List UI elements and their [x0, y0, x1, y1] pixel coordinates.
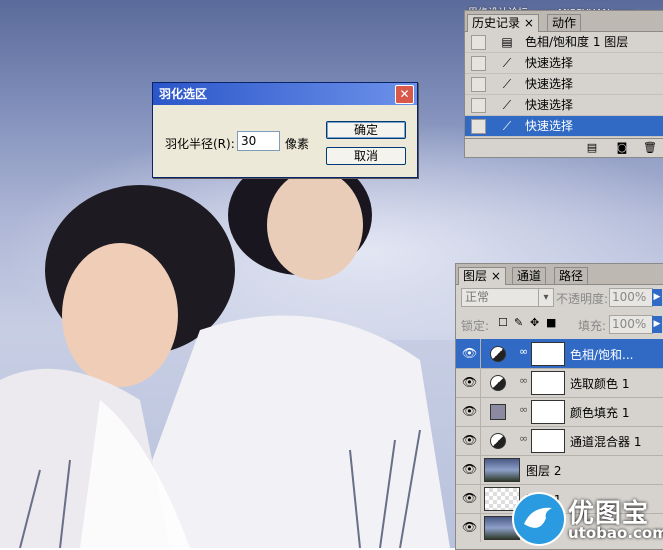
- lock-label: 锁定:: [461, 319, 490, 333]
- fill-arrow-icon[interactable]: ▶: [652, 316, 662, 333]
- fill-input[interactable]: 100%: [609, 315, 653, 334]
- layer-row[interactable]: 👁 图层 2: [456, 455, 663, 485]
- eye-icon[interactable]: 👁: [462, 491, 477, 505]
- history-footer: ▤ ◙ 🗑: [465, 138, 663, 157]
- fill-color-swatch: [490, 404, 506, 420]
- cancel-button[interactable]: 取消: [326, 147, 406, 165]
- adjustment-layer-icon: [490, 433, 506, 449]
- eye-icon[interactable]: 👁: [462, 404, 477, 418]
- quick-selection-icon: ⟋: [502, 77, 512, 91]
- eye-icon[interactable]: 👁: [462, 375, 477, 389]
- layer-thumbnail: [484, 458, 520, 482]
- close-icon[interactable]: ✕: [395, 85, 414, 104]
- link-icon: ∞: [519, 374, 529, 387]
- layer-name: 通道混合器 1: [570, 435, 642, 449]
- snapshot-checkbox[interactable]: [471, 77, 486, 92]
- history-item[interactable]: ⟋ 快速选择: [465, 95, 663, 116]
- tab-layers[interactable]: 图层 ×: [458, 267, 506, 285]
- layer-row[interactable]: 👁 ∞ 通道混合器 1: [456, 426, 663, 456]
- layer-row-selected[interactable]: 👁 ∞ 色相/饱和...: [456, 339, 663, 369]
- history-item[interactable]: ⟋ 快速选择: [465, 74, 663, 95]
- opacity-arrow-icon[interactable]: ▶: [652, 289, 662, 306]
- opacity-input[interactable]: 100%: [609, 288, 653, 307]
- ok-button[interactable]: 确定: [326, 121, 406, 139]
- tab-history[interactable]: 历史记录 ×: [467, 14, 539, 32]
- lock-options-row: 锁定: ☐ ✎ ✥ ■ 填充: 100% ▶: [456, 312, 663, 338]
- adjustment-layer-icon: [490, 375, 506, 391]
- history-item-label: 快速选择: [525, 56, 574, 70]
- blend-mode-value: 正常: [465, 290, 490, 304]
- lock-all-icon[interactable]: ■: [546, 316, 556, 329]
- history-item-label: 快速选择: [525, 119, 574, 133]
- pixels-unit-label: 像素: [285, 137, 310, 151]
- layer-name: 颜色填充 1: [570, 406, 630, 420]
- history-item[interactable]: ⟋ 快速选择: [465, 53, 663, 74]
- tab-paths[interactable]: 路径: [554, 267, 589, 284]
- history-panel: 历史记录 × 动作 ▤ 色相/饱和度 1 图层 ⟋ 快速选择 ⟋ 快速选择 ⟋ …: [464, 10, 663, 158]
- layer-row[interactable]: 👁 ∞ 选取颜色 1: [456, 368, 663, 398]
- history-item-label: 快速选择: [525, 98, 574, 112]
- layer-mask-thumbnail[interactable]: [531, 400, 565, 424]
- link-icon: ∞: [519, 403, 529, 416]
- tab-actions[interactable]: 动作: [547, 14, 582, 31]
- feather-selection-dialog: 羽化选区 ✕ 羽化半径(R): 30 像素 确定 取消: [152, 82, 418, 178]
- quick-selection-icon: ⟋: [502, 56, 512, 70]
- lock-brush-icon[interactable]: ✎: [514, 316, 523, 329]
- eye-icon[interactable]: 👁: [462, 433, 477, 447]
- lock-move-icon[interactable]: ✥: [530, 316, 539, 329]
- snapshot-checkbox[interactable]: [471, 98, 486, 113]
- snapshot-checkbox[interactable]: [471, 119, 486, 134]
- lock-transparency-icon[interactable]: ☐: [498, 316, 508, 329]
- quick-selection-icon: ⟋: [502, 119, 512, 133]
- trash-icon[interactable]: 🗑: [643, 141, 657, 154]
- adjustment-layer-icon: [490, 346, 506, 362]
- layer-name: 选取颜色 1: [570, 377, 630, 391]
- dialog-title: 羽化选区: [159, 87, 208, 101]
- opacity-label: 不透明度:: [556, 292, 609, 306]
- layer-name: 图层 2: [526, 464, 562, 478]
- quick-selection-icon: ⟋: [502, 98, 512, 112]
- history-item-selected[interactable]: ⟋ 快速选择: [465, 116, 663, 137]
- history-item-label: 色相/饱和度 1 图层: [525, 35, 629, 49]
- history-item[interactable]: ▤ 色相/饱和度 1 图层: [465, 32, 663, 53]
- history-tab-bar: 历史记录 × 动作: [465, 11, 663, 32]
- link-icon: ∞: [519, 432, 529, 445]
- logo-english-text: utobao.com: [568, 524, 663, 542]
- eye-icon[interactable]: 👁: [462, 346, 477, 360]
- feather-radius-input[interactable]: 30: [237, 131, 280, 151]
- new-document-icon[interactable]: ▤: [585, 141, 599, 154]
- camera-snapshot-icon[interactable]: ◙: [615, 141, 629, 154]
- layer-name: 色相/饱和...: [570, 348, 634, 362]
- link-icon: ∞: [519, 345, 529, 358]
- blend-mode-select[interactable]: 正常 ▾: [461, 288, 554, 307]
- adjustment-layer-icon: ▤: [501, 35, 513, 49]
- layer-row[interactable]: 👁 ∞ 颜色填充 1: [456, 397, 663, 427]
- eye-icon[interactable]: 👁: [462, 520, 477, 534]
- blend-options-row: 正常 ▾ 不透明度: 100% ▶: [456, 285, 663, 311]
- layer-mask-thumbnail[interactable]: [531, 429, 565, 453]
- feather-radius-label: 羽化半径(R):: [165, 137, 235, 151]
- dialog-title-bar[interactable]: 羽化选区 ✕: [153, 83, 417, 105]
- utobao-logo: 优图宝 utobao.com: [512, 492, 663, 548]
- history-item-label: 快速选择: [525, 77, 574, 91]
- layer-mask-thumbnail[interactable]: [531, 342, 565, 366]
- chevron-down-icon: ▾: [538, 289, 553, 306]
- eye-icon[interactable]: 👁: [462, 462, 477, 476]
- layer-mask-thumbnail[interactable]: [531, 371, 565, 395]
- tab-channels[interactable]: 通道: [512, 267, 547, 284]
- fill-label: 填充:: [578, 319, 607, 333]
- layers-tab-bar: 图层 × 通道 路径: [456, 264, 663, 285]
- bird-logo-icon: [512, 492, 566, 546]
- snapshot-checkbox[interactable]: [471, 35, 486, 50]
- snapshot-checkbox[interactable]: [471, 56, 486, 71]
